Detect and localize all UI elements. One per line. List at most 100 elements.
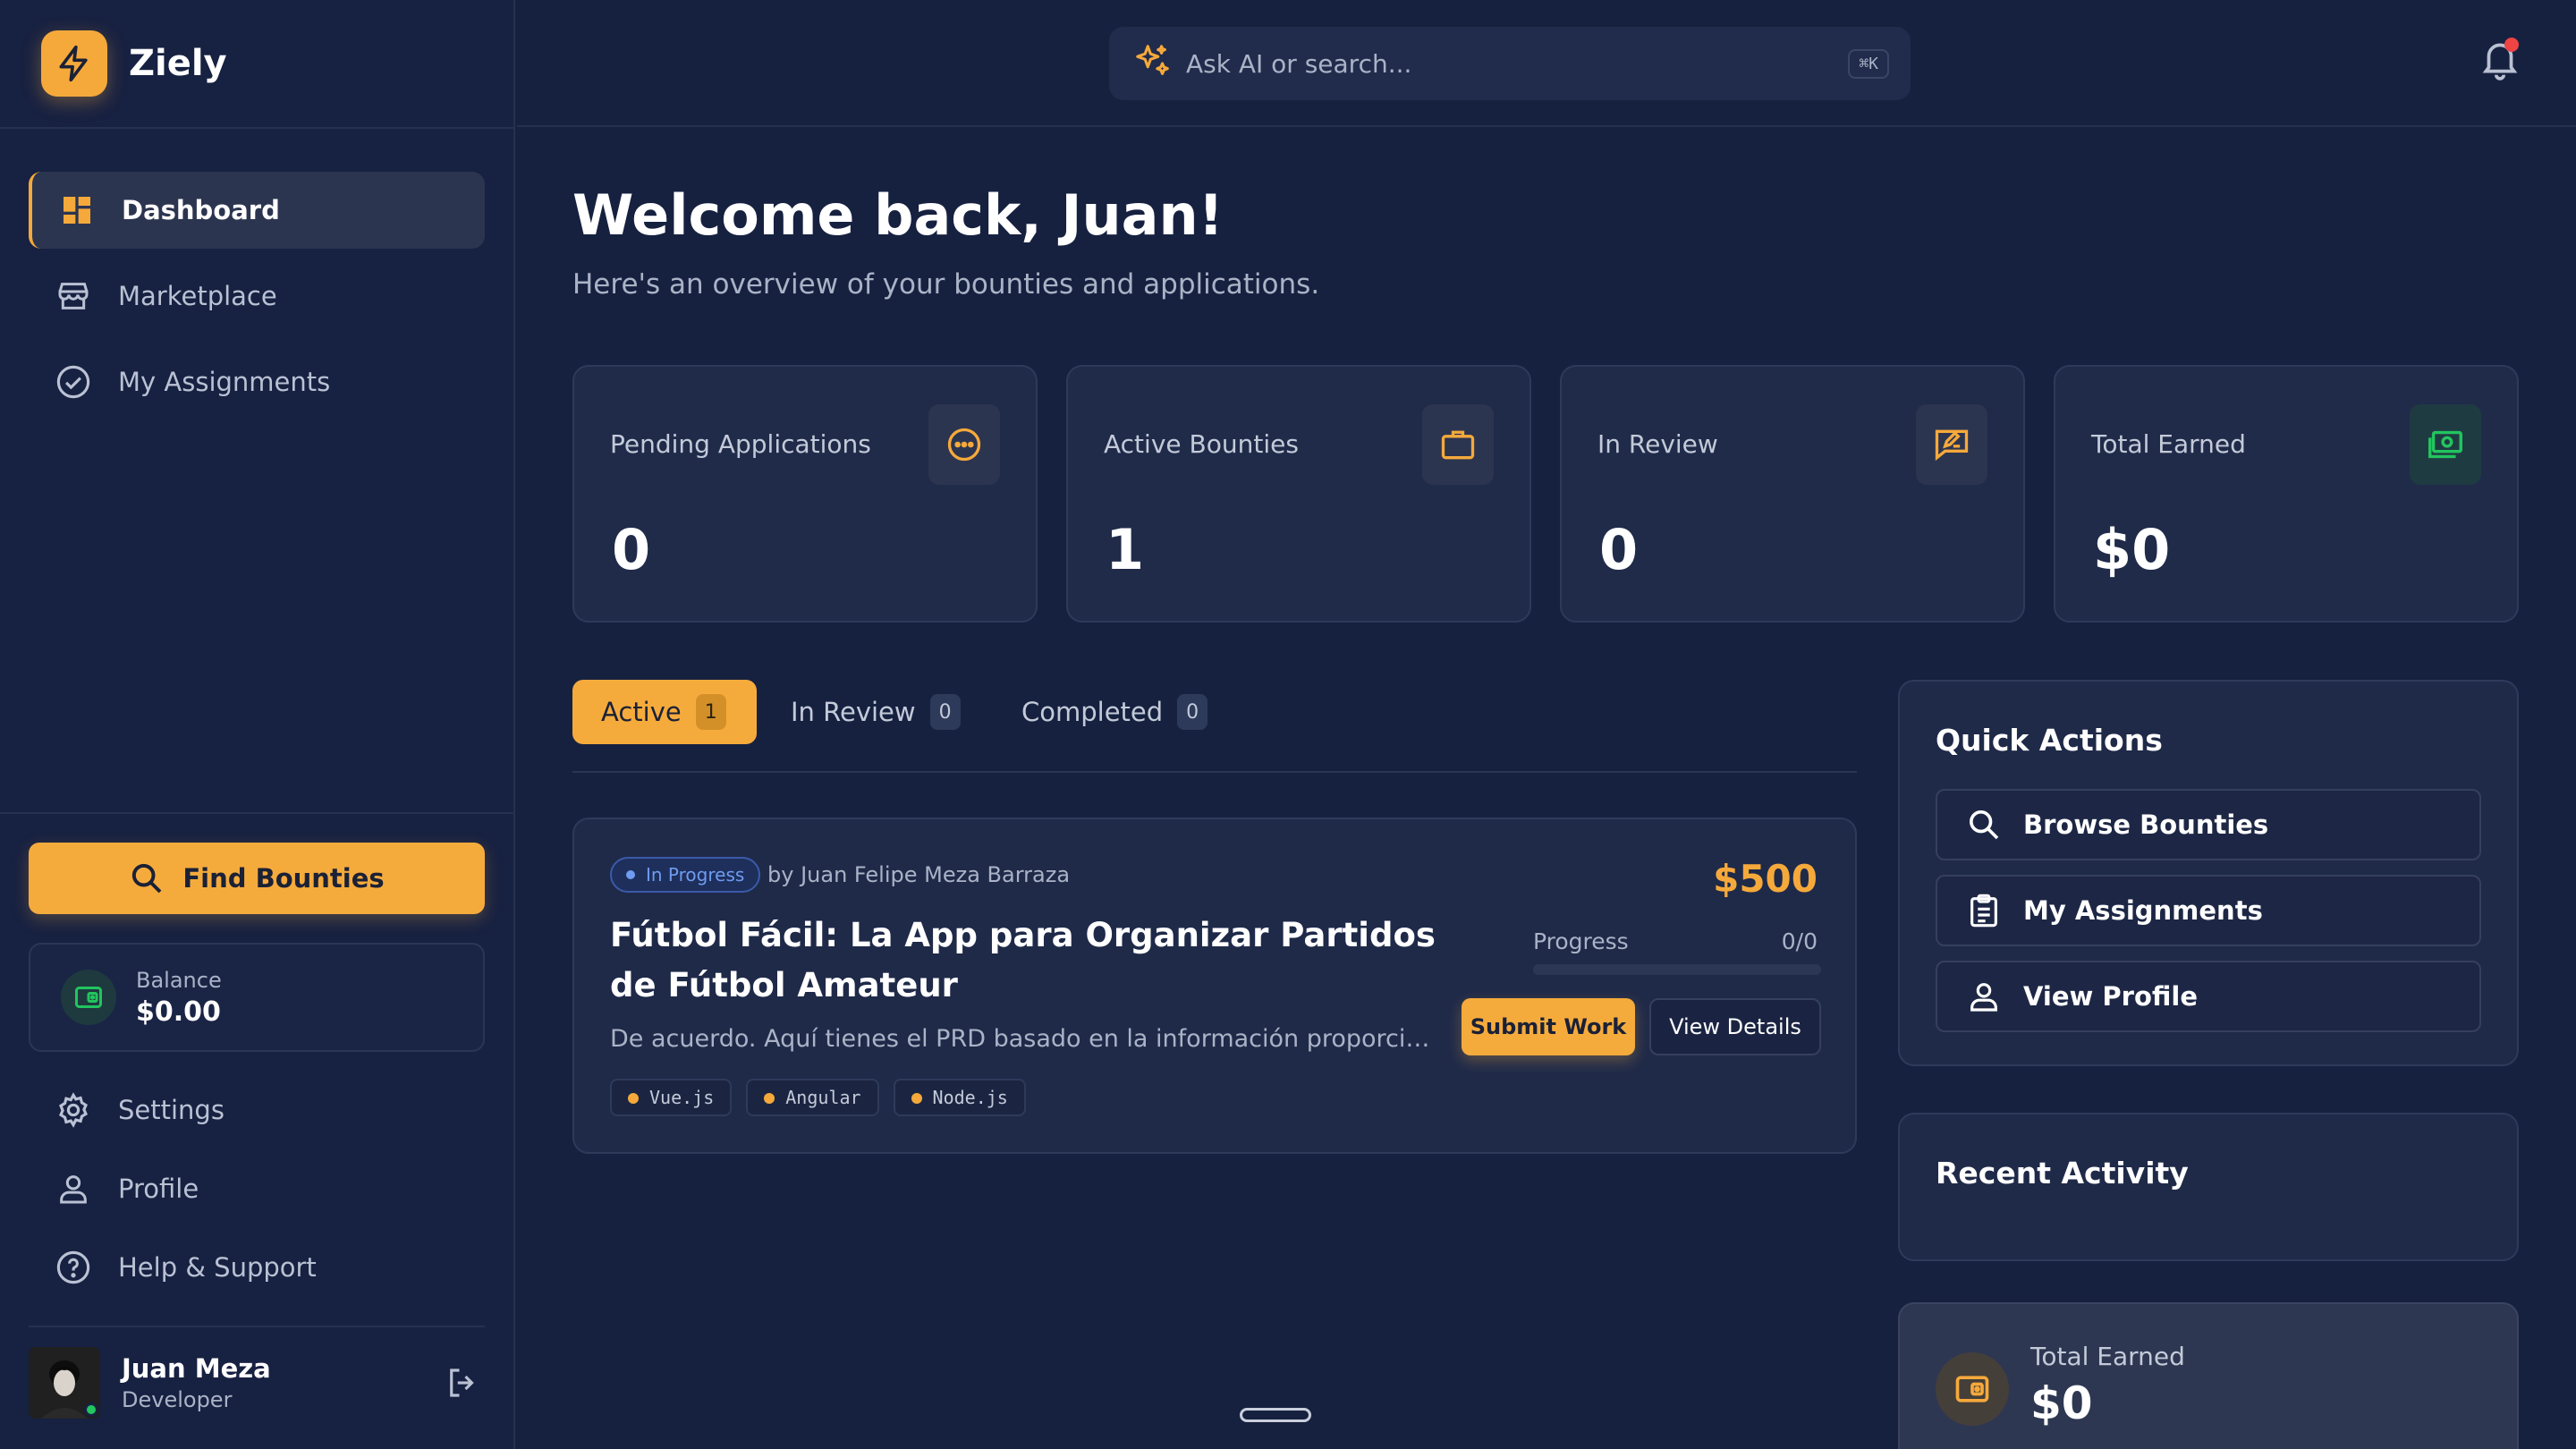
tag: Angular xyxy=(746,1079,879,1116)
user-icon xyxy=(1966,979,2002,1014)
sidebar-item-label: Dashboard xyxy=(122,195,280,225)
stat-card-active: Active Bounties 1 xyxy=(1066,365,1531,623)
sidebar-item-profile[interactable]: Profile xyxy=(29,1150,485,1227)
sidebar-item-help[interactable]: Help & Support xyxy=(29,1229,485,1306)
dashboard-icon xyxy=(57,191,97,230)
review-icon xyxy=(1916,404,1987,485)
stat-card-pending: Pending Applications 0 xyxy=(572,365,1038,623)
sidebar-item-label: Marketplace xyxy=(118,281,277,311)
store-icon xyxy=(54,276,93,316)
app-logo[interactable]: Ziely xyxy=(41,30,227,97)
tag: Vue.js xyxy=(610,1079,733,1116)
clipboard-icon xyxy=(1966,893,2002,928)
button-label: My Assignments xyxy=(2023,895,2263,926)
stat-label: Total Earned xyxy=(2091,429,2246,459)
sidebar: Ziely Dashboard Marketplace My Assignmen… xyxy=(0,0,515,1449)
find-bounties-button[interactable]: Find Bounties xyxy=(29,843,485,914)
browse-bounties-button[interactable]: Browse Bounties xyxy=(1936,789,2481,860)
divider xyxy=(0,812,515,814)
shortcut-hint: ⌘K xyxy=(1848,48,1889,79)
search-icon xyxy=(129,860,165,896)
sidebar-item-marketplace[interactable]: Marketplace xyxy=(29,258,485,335)
panel-title: Recent Activity xyxy=(1936,1156,2189,1191)
tab-completed[interactable]: Completed 0 xyxy=(1021,680,1208,744)
progress-label: Progress xyxy=(1533,928,1629,954)
tab-label: Active xyxy=(601,697,682,727)
notifications-bell-icon[interactable] xyxy=(2478,36,2522,80)
lightning-icon xyxy=(41,30,107,97)
recent-activity-panel: Recent Activity xyxy=(1898,1113,2519,1261)
bounty-title[interactable]: Fútbol Fácil: La App para Organizar Part… xyxy=(610,911,1469,1011)
tab-count: 1 xyxy=(695,694,726,730)
bounty-description: De acuerdo. Aquí tienes el PRD basado en… xyxy=(610,1025,1433,1053)
earned-value: $0 xyxy=(2030,1377,2093,1429)
sidebar-item-my-assignments[interactable]: My Assignments xyxy=(29,343,485,420)
tab-in-review[interactable]: In Review 0 xyxy=(791,680,961,744)
bounty-card[interactable]: In Progress by Juan Felipe Meza Barraza … xyxy=(572,818,1857,1154)
briefcase-icon xyxy=(1422,404,1494,485)
tag-list: Vue.js Angular Node.js xyxy=(610,1079,1040,1116)
money-icon xyxy=(2410,404,2481,485)
view-details-button[interactable]: View Details xyxy=(1649,998,1821,1055)
sidebar-item-dashboard[interactable]: Dashboard xyxy=(29,172,485,249)
sparkle-icon xyxy=(1132,41,1174,86)
tab-count: 0 xyxy=(1177,694,1208,730)
sidebar-item-settings[interactable]: Settings xyxy=(29,1072,485,1148)
tab-count: 0 xyxy=(929,694,961,730)
user-name: Juan Meza xyxy=(122,1353,271,1384)
stat-label: Pending Applications xyxy=(610,429,871,459)
balance-card: Balance $0.00 xyxy=(29,943,485,1052)
chat-dots-icon xyxy=(928,404,1000,485)
page-title: Welcome back, Juan! xyxy=(572,182,1224,248)
help-icon xyxy=(54,1248,93,1287)
stat-card-earned: Total Earned $0 xyxy=(2054,365,2519,623)
my-assignments-button[interactable]: My Assignments xyxy=(1936,875,2481,946)
find-bounties-label: Find Bounties xyxy=(182,863,385,894)
notification-badge xyxy=(2504,38,2519,52)
user-card[interactable]: Juan Meza Developer xyxy=(29,1347,485,1419)
tab-label: In Review xyxy=(791,697,916,727)
submit-work-button[interactable]: Submit Work xyxy=(1462,998,1635,1055)
progress-bar xyxy=(1533,964,1821,975)
balance-value: $0.00 xyxy=(136,996,221,1028)
top-bar: Ask AI or search... ⌘K xyxy=(517,0,2576,127)
total-earned-card: Total Earned $0 xyxy=(1898,1302,2519,1449)
bounty-author: by Juan Felipe Meza Barraza xyxy=(767,862,1071,887)
online-indicator xyxy=(84,1402,98,1417)
stat-label: Active Bounties xyxy=(1104,429,1299,459)
wallet-icon xyxy=(1936,1352,2009,1426)
search-input[interactable]: Ask AI or search... xyxy=(1186,49,1848,79)
search-icon xyxy=(1966,807,2002,843)
sidebar-item-label: Help & Support xyxy=(118,1252,317,1283)
tab-label: Completed xyxy=(1021,697,1164,727)
quick-actions-panel: Quick Actions Browse Bounties My Assignm… xyxy=(1898,680,2519,1066)
app-name: Ziely xyxy=(129,43,227,84)
divider xyxy=(0,127,515,129)
gear-icon xyxy=(54,1090,93,1130)
stat-card-review: In Review 0 xyxy=(1560,365,2025,623)
sidebar-item-label: My Assignments xyxy=(118,367,331,397)
status-badge: In Progress xyxy=(610,857,761,893)
stat-value: $0 xyxy=(2093,517,2171,582)
page-subtitle: Here's an overview of your bounties and … xyxy=(572,268,1320,301)
search-bar[interactable]: Ask AI or search... ⌘K xyxy=(1109,27,1911,100)
sidebar-item-label: Profile xyxy=(118,1174,199,1204)
user-role: Developer xyxy=(122,1387,233,1412)
stat-value: 0 xyxy=(612,517,651,582)
user-icon xyxy=(54,1169,93,1208)
panel-title: Quick Actions xyxy=(1936,723,2163,758)
stat-label: In Review xyxy=(1597,429,1718,459)
scroll-handle[interactable] xyxy=(1240,1408,1311,1422)
tabs-divider xyxy=(572,771,1857,773)
earned-label: Total Earned xyxy=(2030,1342,2185,1371)
logout-icon[interactable] xyxy=(440,1360,485,1405)
tab-active[interactable]: Active 1 xyxy=(572,680,757,744)
wallet-icon xyxy=(61,970,116,1025)
avatar[interactable] xyxy=(29,1347,100,1419)
button-label: View Profile xyxy=(2023,981,2199,1012)
view-profile-button[interactable]: View Profile xyxy=(1936,961,2481,1032)
balance-label: Balance xyxy=(136,967,222,993)
tag: Node.js xyxy=(893,1079,1026,1116)
button-label: Browse Bounties xyxy=(2023,809,2269,840)
bounty-price: $500 xyxy=(1713,857,1818,901)
